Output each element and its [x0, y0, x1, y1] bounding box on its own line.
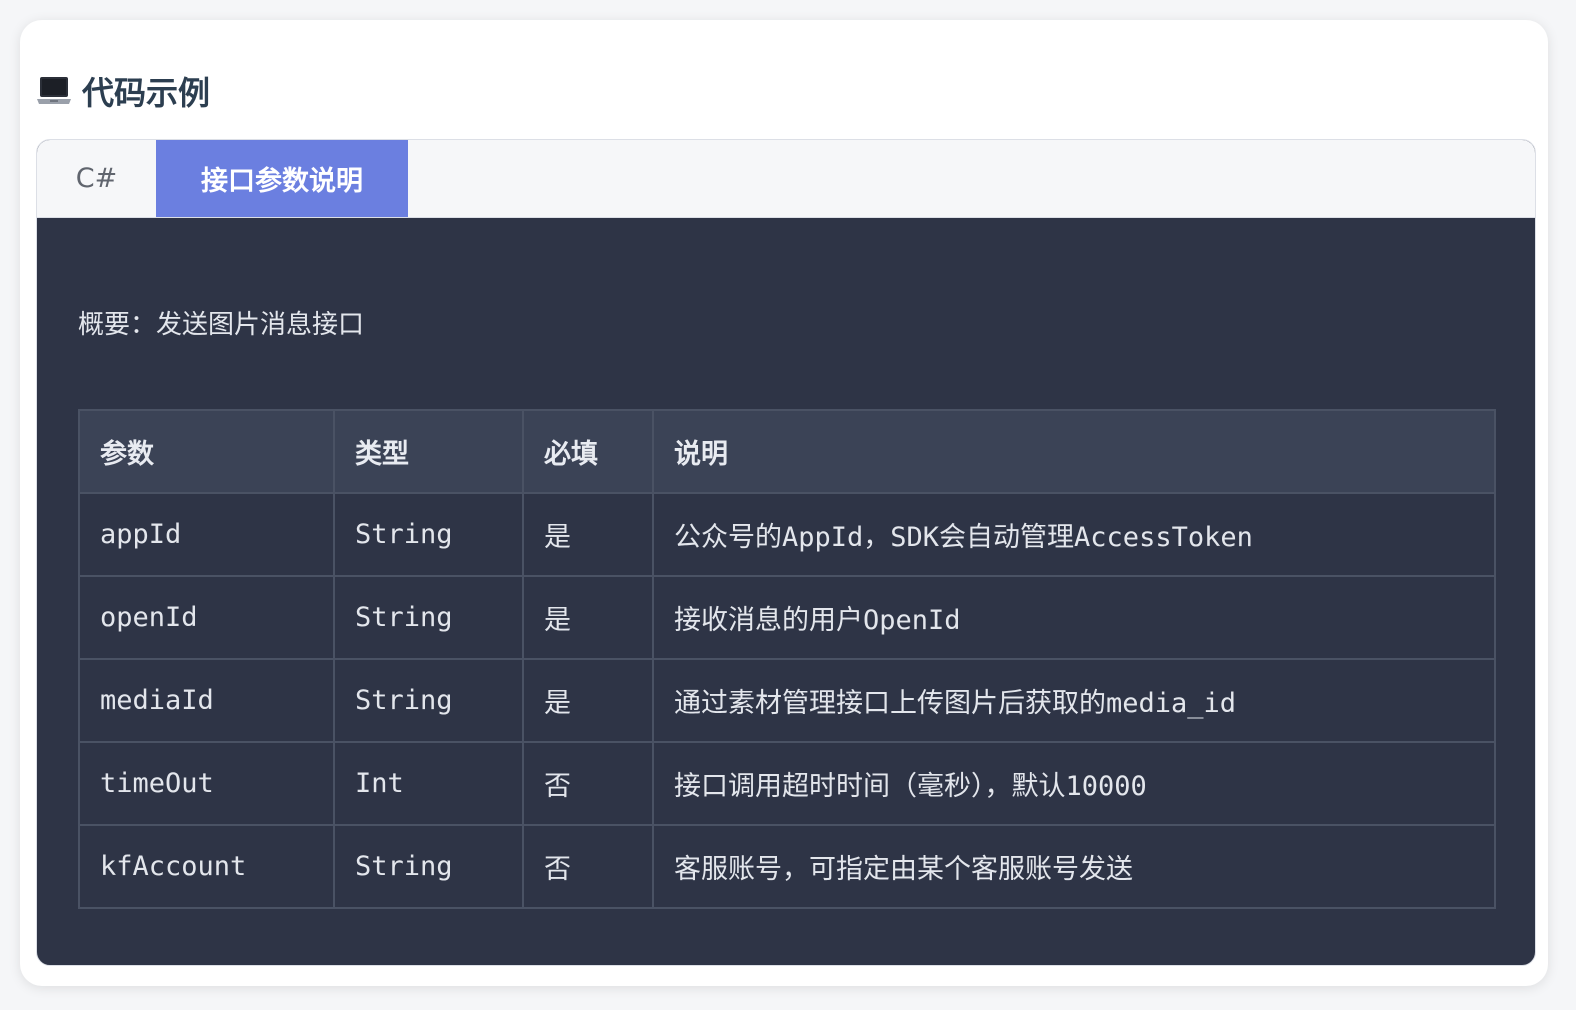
param-description: 通过素材管理接口上传图片后获取的media_id — [652, 658, 1496, 743]
section-title: 代码示例 — [36, 68, 210, 114]
param-description: 客服账号，可指定由某个客服账号发送 — [652, 824, 1496, 909]
param-type: String — [333, 575, 524, 660]
tab-bar: C# 接口参数说明 — [37, 140, 1535, 218]
table-row: appId String 是 公众号的AppId，SDK会自动管理AccessT… — [78, 492, 1496, 577]
param-name: mediaId — [78, 658, 335, 743]
param-type: String — [333, 658, 524, 743]
code-panel: C# 接口参数说明 概要：发送图片消息接口 参数 类型 必填 说明 appId — [36, 139, 1536, 966]
params-table: 参数 类型 必填 说明 appId String 是 公众号的AppId，SDK… — [78, 409, 1496, 909]
param-required: 是 — [522, 575, 654, 660]
param-required: 否 — [522, 824, 654, 909]
section-title-text: 代码示例 — [82, 74, 211, 112]
table-row: mediaId String 是 通过素材管理接口上传图片后获取的media_i… — [78, 658, 1496, 743]
table-row: timeOut Int 否 接口调用超时时间（毫秒），默认10000 — [78, 741, 1496, 826]
param-name: appId — [78, 492, 335, 577]
api-summary: 概要：发送图片消息接口 — [78, 310, 365, 340]
param-description: 接收消息的用户OpenId — [652, 575, 1496, 660]
table-header-row: 参数 类型 必填 说明 — [78, 409, 1496, 494]
table-row: openId String 是 接收消息的用户OpenId — [78, 575, 1496, 660]
tab-csharp[interactable]: C# — [37, 140, 156, 217]
param-type: String — [333, 492, 524, 577]
param-name: kfAccount — [78, 824, 335, 909]
param-required: 否 — [522, 741, 654, 826]
header-type: 类型 — [333, 409, 524, 494]
header-description: 说明 — [652, 409, 1496, 494]
code-example-card: 代码示例 C# 接口参数说明 概要：发送图片消息接口 参数 类型 必填 说明 a… — [20, 20, 1548, 986]
param-required: 是 — [522, 492, 654, 577]
header-required: 必填 — [522, 409, 654, 494]
param-type: Int — [333, 741, 524, 826]
param-description: 接口调用超时时间（毫秒），默认10000 — [652, 741, 1496, 826]
tab-api-params[interactable]: 接口参数说明 — [156, 140, 408, 217]
param-type: String — [333, 824, 524, 909]
table-row: kfAccount String 否 客服账号，可指定由某个客服账号发送 — [78, 824, 1496, 909]
param-description: 公众号的AppId，SDK会自动管理AccessToken — [652, 492, 1496, 577]
tab-content: 概要：发送图片消息接口 参数 类型 必填 说明 appId String 是 公… — [37, 218, 1535, 965]
header-param: 参数 — [78, 409, 335, 494]
param-name: openId — [78, 575, 335, 660]
param-name: timeOut — [78, 741, 335, 826]
param-required: 是 — [522, 658, 654, 743]
laptop-icon — [36, 74, 72, 108]
